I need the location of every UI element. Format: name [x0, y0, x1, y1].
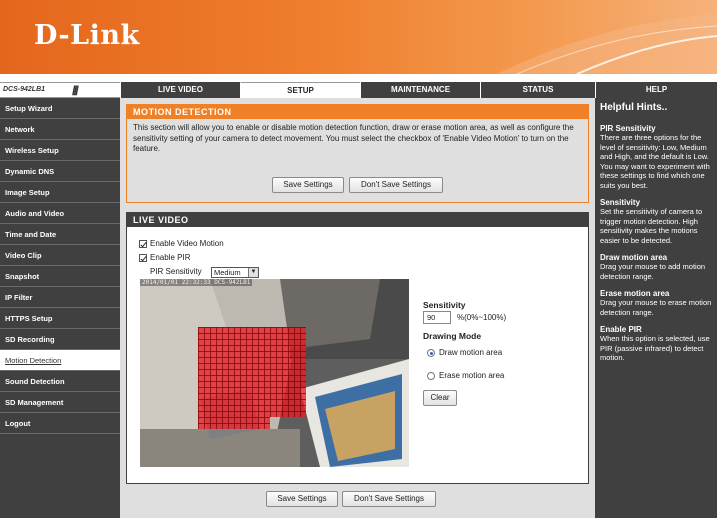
tab-setup[interactable]: SETUP — [240, 82, 360, 98]
help-pir-sensitivity-heading: PIR Sensitivity — [600, 124, 656, 133]
motion-area-grid-lower — [198, 417, 270, 429]
model-badge: DCS-942LB1 /// — [0, 82, 120, 98]
draw-motion-area-radio[interactable] — [427, 349, 435, 357]
help-erase-heading: Erase motion area — [600, 289, 670, 298]
drawing-mode-label: Drawing Mode — [423, 331, 482, 341]
dlink-logo: D-Link — [34, 20, 140, 51]
help-title: Helpful Hints.. — [600, 102, 668, 113]
sidebar-item-setup-wizard[interactable]: Setup Wizard — [0, 98, 120, 119]
help-erase-text: Drag your mouse to erase motion detectio… — [600, 298, 712, 317]
dont-save-settings-button[interactable]: Don't Save Settings — [349, 177, 443, 193]
live-video-panel: LIVE VIDEO Enable Video Motion Enable PI… — [126, 212, 589, 484]
camera-view[interactable]: 2014/01/01 22:32:33 DCS-942LB1 — [140, 279, 409, 467]
enable-pir-checkbox[interactable] — [139, 254, 147, 262]
sidebar-item-video-clip[interactable]: Video Clip — [0, 245, 120, 266]
sensitivity-range: %(0%~100%) — [457, 313, 507, 322]
sidebar-item-motion-detection[interactable]: Motion Detection — [0, 350, 120, 371]
chevron-down-icon: ▼ — [248, 268, 258, 277]
enable-video-motion-label: Enable Video Motion — [150, 239, 224, 248]
header-banner: D-Link — [0, 0, 717, 74]
live-video-title: LIVE VIDEO — [127, 213, 588, 227]
help-enable-pir-heading: Enable PIR — [600, 325, 642, 334]
tab-live-video[interactable]: LIVE VIDEO — [120, 82, 240, 98]
motion-detection-title: MOTION DETECTION — [127, 105, 588, 119]
enable-pir-label: Enable PIR — [150, 253, 191, 262]
sensitivity-input[interactable]: 90 — [423, 311, 451, 324]
motion-detection-description: This section will allow you to enable or… — [133, 123, 574, 153]
save-settings-button[interactable]: Save Settings — [272, 177, 344, 193]
sidebar-item-sound-detection[interactable]: Sound Detection — [0, 371, 120, 392]
swoosh-decoration — [497, 14, 717, 74]
sidebar-item-image-setup[interactable]: Image Setup — [0, 182, 120, 203]
erase-motion-area-radio[interactable] — [427, 372, 435, 380]
help-pir-sensitivity-text: There are three options for the level of… — [600, 133, 710, 190]
sidebar-item-time-date[interactable]: Time and Date — [0, 224, 120, 245]
model-name: DCS-942LB1 — [3, 86, 46, 93]
help-draw-heading: Draw motion area — [600, 253, 668, 262]
help-sensitivity-heading: Sensitivity — [600, 198, 641, 207]
help-sensitivity-text: Set the sensitivity of camera to trigger… — [600, 207, 703, 245]
pir-sensitivity-select[interactable]: Medium ▼ — [211, 267, 259, 278]
bottom-dont-save-settings-button[interactable]: Don't Save Settings — [342, 491, 436, 507]
help-draw-text: Drag your mouse to add motion detection … — [600, 262, 706, 281]
motion-detection-panel: MOTION DETECTION This section will allow… — [126, 104, 589, 203]
help-enable-pir-text: When this option is selected, use PIR (p… — [600, 334, 710, 362]
sidebar-item-sd-recording[interactable]: SD Recording — [0, 329, 120, 350]
erase-motion-area-label: Erase motion area — [439, 371, 505, 380]
tab-help[interactable]: HELP — [595, 82, 717, 98]
draw-motion-area-label: Draw motion area — [439, 348, 503, 357]
tab-status[interactable]: STATUS — [480, 82, 595, 98]
model-slashes: /// — [72, 83, 79, 98]
clear-button[interactable]: Clear — [423, 390, 457, 406]
sidebar-item-ip-filter[interactable]: IP Filter — [0, 287, 120, 308]
sidebar-item-sd-management[interactable]: SD Management — [0, 392, 120, 413]
main-content: MOTION DETECTION This section will allow… — [120, 98, 595, 518]
enable-video-motion-checkbox[interactable] — [139, 240, 147, 248]
sidebar-item-audio-video[interactable]: Audio and Video — [0, 203, 120, 224]
sidebar-item-https-setup[interactable]: HTTPS Setup — [0, 308, 120, 329]
pir-sensitivity-value: Medium — [214, 268, 241, 277]
sidebar-item-logout[interactable]: Logout — [0, 413, 120, 434]
sidebar-item-network[interactable]: Network — [0, 119, 120, 140]
camera-timestamp: 2014/01/01 22:32:33 DCS-942LB1 — [140, 279, 253, 286]
bottom-save-settings-button[interactable]: Save Settings — [266, 491, 338, 507]
sidebar-item-dynamic-dns[interactable]: Dynamic DNS — [0, 161, 120, 182]
help-panel: Helpful Hints.. PIR Sensitivity There ar… — [595, 98, 717, 518]
motion-area-grid — [198, 327, 306, 417]
sidebar-item-snapshot[interactable]: Snapshot — [0, 266, 120, 287]
tab-maintenance[interactable]: MAINTENANCE — [360, 82, 480, 98]
pir-sensitivity-label: PIR Sensitivity — [150, 267, 202, 276]
header-gap — [0, 74, 717, 82]
sensitivity-label: Sensitivity — [423, 300, 466, 310]
sidebar: Setup Wizard Network Wireless Setup Dyna… — [0, 98, 120, 518]
sidebar-item-wireless-setup[interactable]: Wireless Setup — [0, 140, 120, 161]
